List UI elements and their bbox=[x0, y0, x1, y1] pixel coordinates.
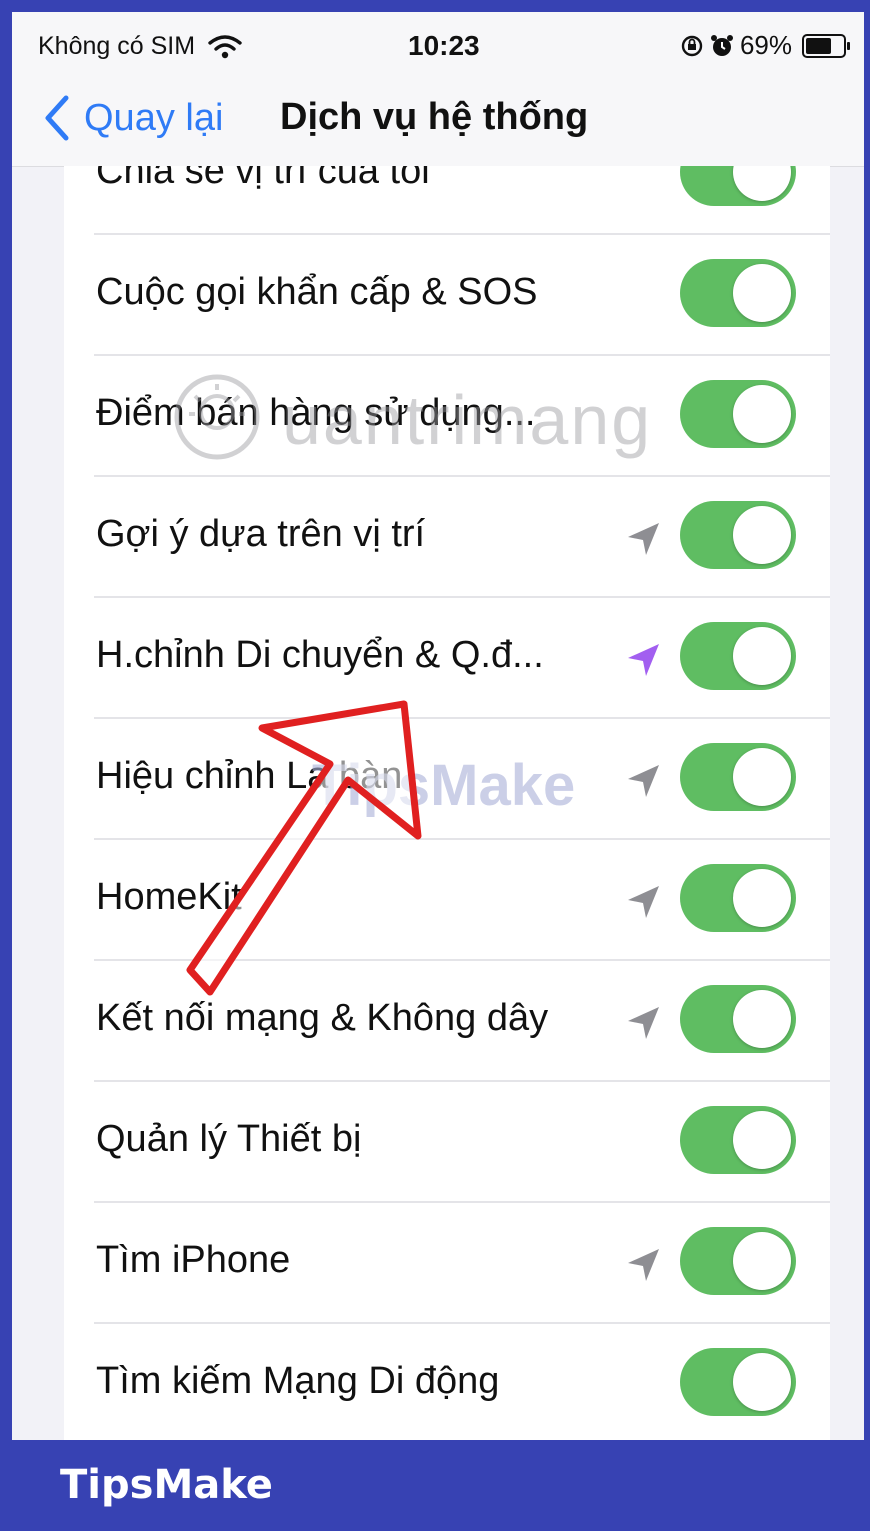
toggle-knob bbox=[733, 748, 791, 806]
screen-lock-icon bbox=[681, 35, 703, 56]
toggle-switch[interactable] bbox=[680, 622, 796, 690]
page-title: Dịch vụ hệ thống bbox=[280, 96, 589, 138]
list-item: Gợi ý dựa trên vị trí bbox=[64, 477, 830, 598]
row-label: HomeKit bbox=[96, 876, 242, 918]
toggle-switch[interactable] bbox=[680, 501, 796, 569]
row-label: Điểm bán hàng sử dụng... bbox=[96, 392, 536, 434]
wifi-icon bbox=[208, 35, 242, 59]
alarm-icon bbox=[710, 34, 733, 56]
row-label: H.chỉnh Di chuyển & Q.đ... bbox=[96, 634, 544, 676]
clock: 10:23 bbox=[408, 30, 480, 61]
list-item: Tìm kiếm Mạng Di động bbox=[64, 1324, 830, 1440]
status-bar: Không có SIM 10:23 69% bbox=[12, 12, 864, 76]
toggle-knob bbox=[733, 264, 791, 322]
status-right-group: 69% bbox=[680, 30, 850, 61]
location-arrow-icon bbox=[628, 644, 659, 676]
footer-banner: TipsMake bbox=[0, 1440, 870, 1531]
toggle-knob bbox=[733, 506, 791, 564]
carrier-status: Không có SIM bbox=[38, 32, 242, 61]
row-label: Cuộc gọi khẩn cấp & SOS bbox=[96, 271, 538, 313]
row-label: Quản lý Thiết bị bbox=[96, 1118, 362, 1160]
toggle-switch[interactable] bbox=[680, 1348, 796, 1416]
list-item: Chia sẻ vị trí của tôi bbox=[64, 166, 830, 235]
navigation-bar: Quay lại Dịch vụ hệ thống bbox=[12, 76, 864, 167]
row-label: Hiệu chỉnh La bàn bbox=[96, 755, 403, 797]
footer-brand: TipsMake bbox=[60, 1462, 273, 1508]
toggle-knob bbox=[733, 385, 791, 443]
toggle-knob bbox=[733, 990, 791, 1048]
location-arrow-icon bbox=[628, 1249, 659, 1281]
toggle-switch[interactable] bbox=[680, 1106, 796, 1174]
location-arrow-icon bbox=[628, 886, 659, 918]
row-label: Tìm iPhone bbox=[96, 1239, 291, 1281]
toggle-knob bbox=[733, 1353, 791, 1411]
list-item: Quản lý Thiết bị bbox=[64, 1082, 830, 1203]
toggle-switch[interactable] bbox=[680, 259, 796, 327]
phone-screen: Không có SIM 10:23 69% Quay lại Dịch vụ … bbox=[12, 12, 864, 1440]
list-item: Cuộc gọi khẩn cấp & SOS bbox=[64, 235, 830, 356]
list-item: Kết nối mạng & Không dây bbox=[64, 961, 830, 1082]
toggle-knob bbox=[733, 1232, 791, 1290]
location-arrow-icon bbox=[628, 765, 659, 797]
back-button[interactable]: Quay lại bbox=[42, 94, 223, 142]
list-item: Tìm iPhone bbox=[64, 1203, 830, 1324]
chevron-left-icon bbox=[45, 95, 69, 141]
list-item: H.chỉnh Di chuyển & Q.đ... bbox=[64, 598, 830, 719]
list-item: HomeKit bbox=[64, 840, 830, 961]
toggle-switch[interactable] bbox=[680, 380, 796, 448]
list-item: Điểm bán hàng sử dụng... bbox=[64, 356, 830, 477]
carrier-label: Không có SIM bbox=[38, 32, 196, 60]
system-services-list: Chia sẻ vị trí của tôi Cuộc gọi khẩn cấp… bbox=[64, 166, 830, 1440]
toggle-switch[interactable] bbox=[680, 1227, 796, 1295]
toggle-switch[interactable] bbox=[680, 166, 796, 206]
row-label: Gợi ý dựa trên vị trí bbox=[96, 513, 426, 555]
toggle-knob bbox=[733, 166, 791, 201]
toggle-knob bbox=[733, 1111, 791, 1169]
toggle-switch[interactable] bbox=[680, 985, 796, 1053]
toggle-switch[interactable] bbox=[680, 743, 796, 811]
battery-percent: 69% bbox=[739, 30, 792, 60]
back-label: Quay lại bbox=[84, 96, 224, 139]
list-item: Hiệu chỉnh La bàn bbox=[64, 719, 830, 840]
battery-icon bbox=[802, 33, 850, 58]
location-arrow-icon bbox=[628, 523, 659, 555]
location-arrow-icon bbox=[628, 1007, 659, 1039]
toggle-knob bbox=[733, 627, 791, 685]
toggle-knob bbox=[733, 869, 791, 927]
row-label: Kết nối mạng & Không dây bbox=[96, 997, 549, 1039]
row-label: Chia sẻ vị trí của tôi bbox=[96, 166, 430, 192]
toggle-switch[interactable] bbox=[680, 864, 796, 932]
row-label: Tìm kiếm Mạng Di động bbox=[96, 1360, 500, 1402]
